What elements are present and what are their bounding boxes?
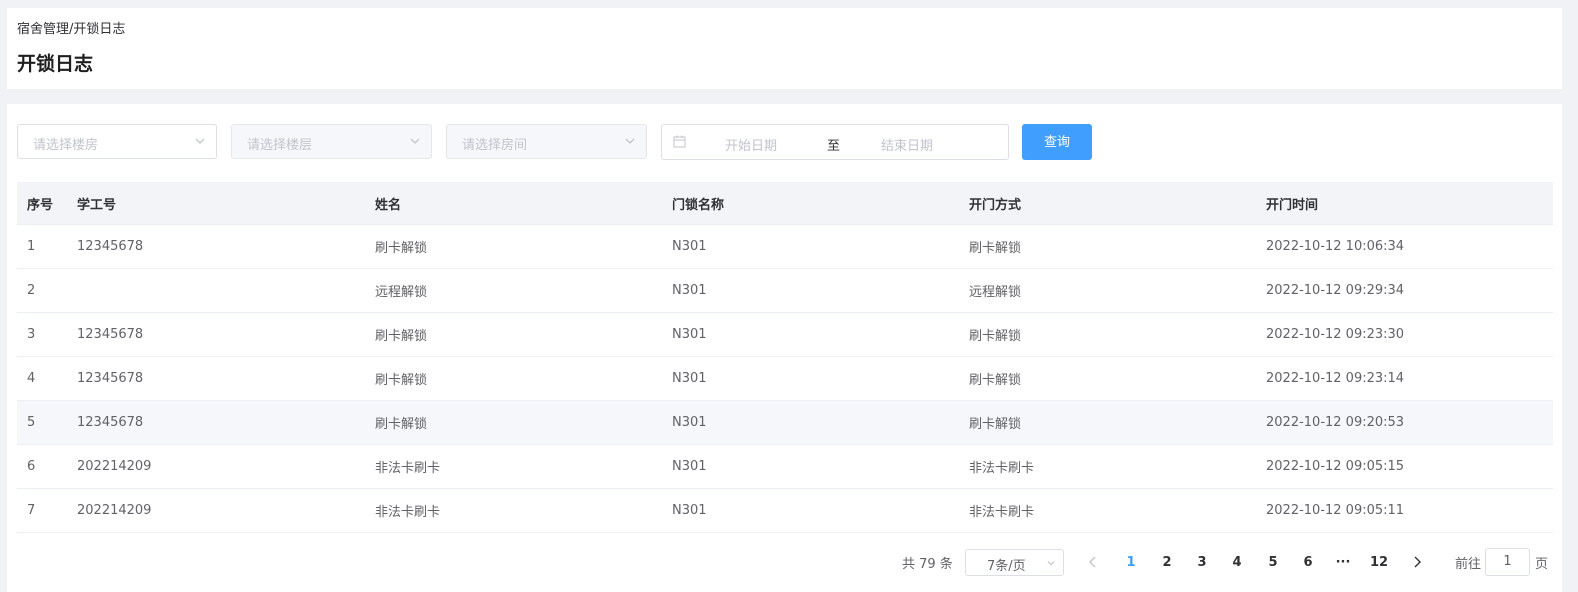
cell-lock-name: N301 <box>672 503 707 518</box>
start-date-input[interactable]: 开始日期 <box>725 135 777 154</box>
cell-lock-name: N301 <box>672 239 707 254</box>
cell-open-method: 刷卡解锁 <box>969 241 1022 256</box>
floor-select[interactable]: 请选择楼层 <box>231 124 432 159</box>
chevron-left-icon[interactable] <box>1086 555 1100 569</box>
cell-open-time: 2022-10-12 09:23:30 <box>1266 327 1405 342</box>
breadcrumb[interactable]: 宿舍管理/开锁日志 <box>17 18 125 37</box>
cell-index: 2 <box>27 283 36 298</box>
cell-lock-name: N301 <box>672 459 707 474</box>
column-header-index: 序号 <box>27 197 54 213</box>
page-button-12[interactable]: 12 <box>1365 549 1393 576</box>
cell-student-id: 12345678 <box>77 327 144 342</box>
page-header: 宿舍管理/开锁日志 开锁日志 <box>7 8 1562 89</box>
floor-select-placeholder: 请选择楼层 <box>247 138 313 153</box>
table-row[interactable]: 3 12345678 刷卡解锁 N301 刷卡解锁 2022-10-12 09:… <box>17 313 1553 357</box>
cell-open-time: 2022-10-12 09:29:34 <box>1266 283 1405 298</box>
table-header: 序号 学工号 姓名 门锁名称 开门方式 开门时间 <box>17 182 1553 225</box>
column-header-lock-name: 门锁名称 <box>672 197 725 213</box>
room-select[interactable]: 请选择房间 <box>446 124 647 159</box>
chevron-down-icon <box>410 138 420 144</box>
page-button-6[interactable]: 6 <box>1294 549 1322 576</box>
cell-index: 6 <box>27 459 36 474</box>
chevron-down-icon <box>195 138 205 144</box>
cell-open-time: 2022-10-12 09:05:11 <box>1266 503 1405 518</box>
cell-name: 刷卡解锁 <box>375 329 428 344</box>
chevron-down-icon <box>1047 561 1055 566</box>
cell-student-id: 12345678 <box>77 239 144 254</box>
goto-label: 前往 <box>1455 557 1482 572</box>
page-size-value: 7条/页 <box>987 559 1026 574</box>
cell-lock-name: N301 <box>672 283 707 298</box>
cell-index: 5 <box>27 415 36 430</box>
cell-student-id: 202214209 <box>77 503 152 518</box>
page-title: 开锁日志 <box>17 53 94 75</box>
cell-open-time: 2022-10-12 10:06:34 <box>1266 239 1405 254</box>
cell-open-method: 刷卡解锁 <box>969 329 1022 344</box>
building-select-placeholder: 请选择楼房 <box>33 138 99 153</box>
page-button-2[interactable]: 2 <box>1153 549 1181 576</box>
chevron-right-icon[interactable] <box>1410 555 1424 569</box>
cell-lock-name: N301 <box>672 327 707 342</box>
main-panel: 请选择楼房 请选择楼层 请选择房间 开始日期 至 结束日期 查询 序号 学工号 … <box>7 104 1562 592</box>
cell-open-method: 非法卡刷卡 <box>969 505 1035 520</box>
table-row[interactable]: 6 202214209 非法卡刷卡 N301 非法卡刷卡 2022-10-12 … <box>17 445 1553 489</box>
cell-index: 4 <box>27 371 36 386</box>
cell-open-method: 刷卡解锁 <box>969 373 1022 388</box>
chevron-down-icon <box>625 138 635 144</box>
goto-page-input[interactable]: 1 <box>1485 548 1530 576</box>
range-separator: 至 <box>827 139 841 154</box>
room-select-placeholder: 请选择房间 <box>462 138 528 153</box>
table-row[interactable]: 1 12345678 刷卡解锁 N301 刷卡解锁 2022-10-12 10:… <box>17 225 1553 269</box>
query-button[interactable]: 查询 <box>1022 124 1092 160</box>
column-header-open-method: 开门方式 <box>969 197 1022 213</box>
cell-lock-name: N301 <box>672 415 707 430</box>
cell-name: 非法卡刷卡 <box>375 461 441 476</box>
calendar-icon <box>673 135 686 148</box>
cell-lock-name: N301 <box>672 371 707 386</box>
cell-name: 远程解锁 <box>375 285 428 300</box>
column-header-open-time: 开门时间 <box>1266 197 1319 213</box>
table-row[interactable]: 5 12345678 刷卡解锁 N301 刷卡解锁 2022-10-12 09:… <box>17 401 1553 445</box>
cell-name: 刷卡解锁 <box>375 373 428 388</box>
column-header-student-id: 学工号 <box>77 197 117 213</box>
cell-name: 非法卡刷卡 <box>375 505 441 520</box>
building-select[interactable]: 请选择楼房 <box>17 124 217 159</box>
page-ellipsis[interactable]: ··· <box>1329 549 1357 576</box>
table-row[interactable]: 7 202214209 非法卡刷卡 N301 非法卡刷卡 2022-10-12 … <box>17 489 1553 533</box>
cell-student-id: 202214209 <box>77 459 152 474</box>
cell-student-id: 12345678 <box>77 371 144 386</box>
page-button-4[interactable]: 4 <box>1223 549 1251 576</box>
cell-open-method: 非法卡刷卡 <box>969 461 1035 476</box>
page-button-3[interactable]: 3 <box>1188 549 1216 576</box>
unlock-log-table: 序号 学工号 姓名 门锁名称 开门方式 开门时间 1 12345678 刷卡解锁… <box>17 182 1553 533</box>
cell-index: 3 <box>27 327 36 342</box>
cell-open-method: 刷卡解锁 <box>969 417 1022 432</box>
cell-open-time: 2022-10-12 09:20:53 <box>1266 415 1405 430</box>
cell-open-time: 2022-10-12 09:05:15 <box>1266 459 1405 474</box>
pagination-total: 共 79 条 <box>902 557 953 572</box>
cell-name: 刷卡解锁 <box>375 417 428 432</box>
goto-unit: 页 <box>1535 557 1549 572</box>
date-range-picker[interactable]: 开始日期 至 结束日期 <box>661 124 1009 160</box>
cell-open-time: 2022-10-12 09:23:14 <box>1266 371 1405 386</box>
cell-index: 1 <box>27 239 36 254</box>
table-row[interactable]: 4 12345678 刷卡解锁 N301 刷卡解锁 2022-10-12 09:… <box>17 357 1553 401</box>
table-row[interactable]: 2 远程解锁 N301 远程解锁 2022-10-12 09:29:34 <box>17 269 1553 313</box>
cell-index: 7 <box>27 503 36 518</box>
page-button-1[interactable]: 1 <box>1117 549 1145 576</box>
cell-student-id: 12345678 <box>77 415 144 430</box>
cell-name: 刷卡解锁 <box>375 241 428 256</box>
end-date-input[interactable]: 结束日期 <box>881 135 933 154</box>
page-button-5[interactable]: 5 <box>1259 549 1287 576</box>
column-header-name: 姓名 <box>375 197 402 213</box>
cell-open-method: 远程解锁 <box>969 285 1022 300</box>
page-size-select[interactable]: 7条/页 <box>965 549 1064 576</box>
